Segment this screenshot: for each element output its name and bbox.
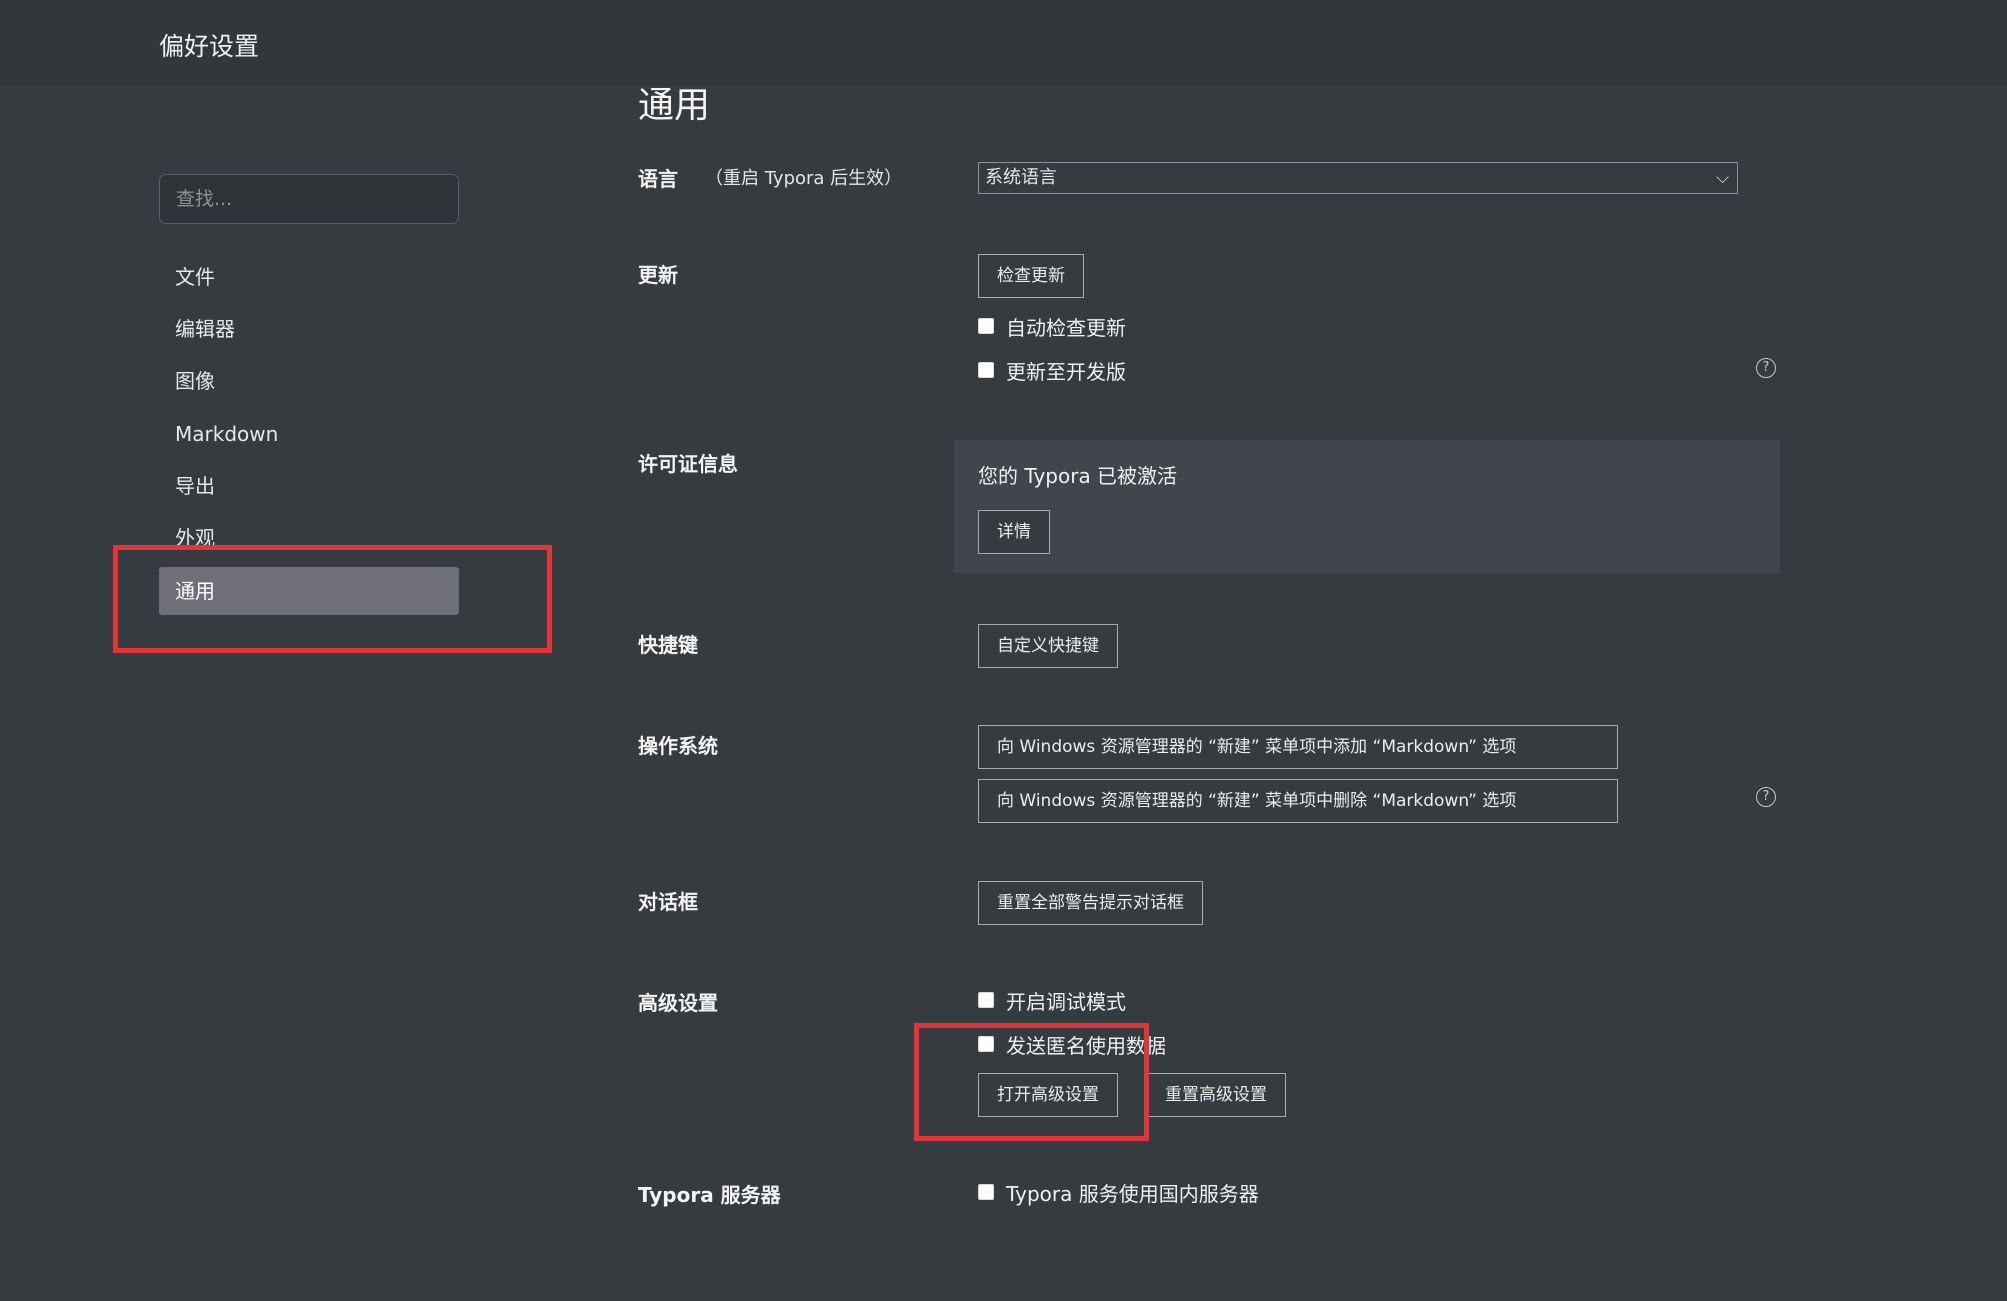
language-label: 语言 xyxy=(638,167,678,191)
sidebar-item-editor[interactable]: 编辑器 xyxy=(159,305,459,353)
open-advanced-settings-button[interactable]: 打开高级设置 xyxy=(978,1073,1118,1117)
advanced-label: 高级设置 xyxy=(638,991,718,1015)
window-title: 偏好设置 xyxy=(159,32,260,61)
add-markdown-menu-button[interactable]: 向 Windows 资源管理器的 “新建” 菜单项中添加 “Markdown” … xyxy=(978,725,1618,769)
checkbox-box[interactable] xyxy=(978,1184,994,1200)
license-label: 许可证信息 xyxy=(638,452,738,476)
language-note: （重启 Typora 后生效） xyxy=(705,168,903,189)
check-update-button[interactable]: 检查更新 xyxy=(978,254,1084,298)
anonymous-data-label: 发送匿名使用数据 xyxy=(1006,1033,1166,1058)
license-details-button[interactable]: 详情 xyxy=(978,510,1050,554)
page-title: 通用 xyxy=(638,85,711,126)
sidebar-item-file[interactable]: 文件 xyxy=(159,253,459,301)
sidebar-item-markdown[interactable]: Markdown xyxy=(159,410,459,458)
domestic-server-label: Typora 服务使用国内服务器 xyxy=(1006,1181,1259,1206)
dialogs-label: 对话框 xyxy=(638,890,698,914)
dev-channel-label: 更新至开发版 xyxy=(1006,359,1126,384)
domestic-server-checkbox[interactable]: Typora 服务使用国内服务器 xyxy=(978,1179,1259,1206)
checkbox-box[interactable] xyxy=(978,318,994,334)
anonymous-data-checkbox[interactable]: 发送匿名使用数据 xyxy=(978,1031,1166,1058)
sidebar-item-general[interactable]: 通用 xyxy=(159,567,459,615)
update-label: 更新 xyxy=(638,263,678,287)
language-select[interactable]: 系统语言 ⌵ xyxy=(978,162,1738,194)
title-bar: 偏好设置 xyxy=(0,0,2007,85)
auto-check-update-label: 自动检查更新 xyxy=(1006,315,1126,340)
checkbox-box[interactable] xyxy=(978,1036,994,1052)
shortcuts-label: 快捷键 xyxy=(638,633,698,657)
server-label: Typora 服务器 xyxy=(638,1183,781,1207)
os-label: 操作系统 xyxy=(638,734,718,758)
chevron-down-icon: ⌵ xyxy=(1716,168,1729,188)
debug-mode-label: 开启调试模式 xyxy=(1006,989,1126,1014)
customize-shortcuts-button[interactable]: 自定义快捷键 xyxy=(978,624,1118,668)
dev-channel-checkbox[interactable]: 更新至开发版 xyxy=(978,357,1126,384)
auto-check-update-checkbox[interactable]: 自动检查更新 xyxy=(978,313,1126,340)
help-icon[interactable]: ? xyxy=(1756,787,1776,807)
sidebar-item-export[interactable]: 导出 xyxy=(159,462,459,510)
checkbox-box[interactable] xyxy=(978,992,994,1008)
license-status: 您的 Typora 已被激活 xyxy=(978,464,1178,488)
checkbox-box[interactable] xyxy=(978,362,994,378)
language-selected-value: 系统语言 xyxy=(985,167,1057,188)
sidebar-item-image[interactable]: 图像 xyxy=(159,357,459,405)
license-panel: 您的 Typora 已被激活 xyxy=(954,440,1780,573)
reset-advanced-settings-button[interactable]: 重置高级设置 xyxy=(1146,1073,1286,1117)
debug-mode-checkbox[interactable]: 开启调试模式 xyxy=(978,987,1126,1014)
sidebar-item-appearance[interactable]: 外观 xyxy=(159,514,459,562)
reset-dialogs-button[interactable]: 重置全部警告提示对话框 xyxy=(978,881,1203,925)
help-icon[interactable]: ? xyxy=(1756,358,1776,378)
search-input[interactable] xyxy=(159,174,459,224)
remove-markdown-menu-button[interactable]: 向 Windows 资源管理器的 “新建” 菜单项中删除 “Markdown” … xyxy=(978,779,1618,823)
